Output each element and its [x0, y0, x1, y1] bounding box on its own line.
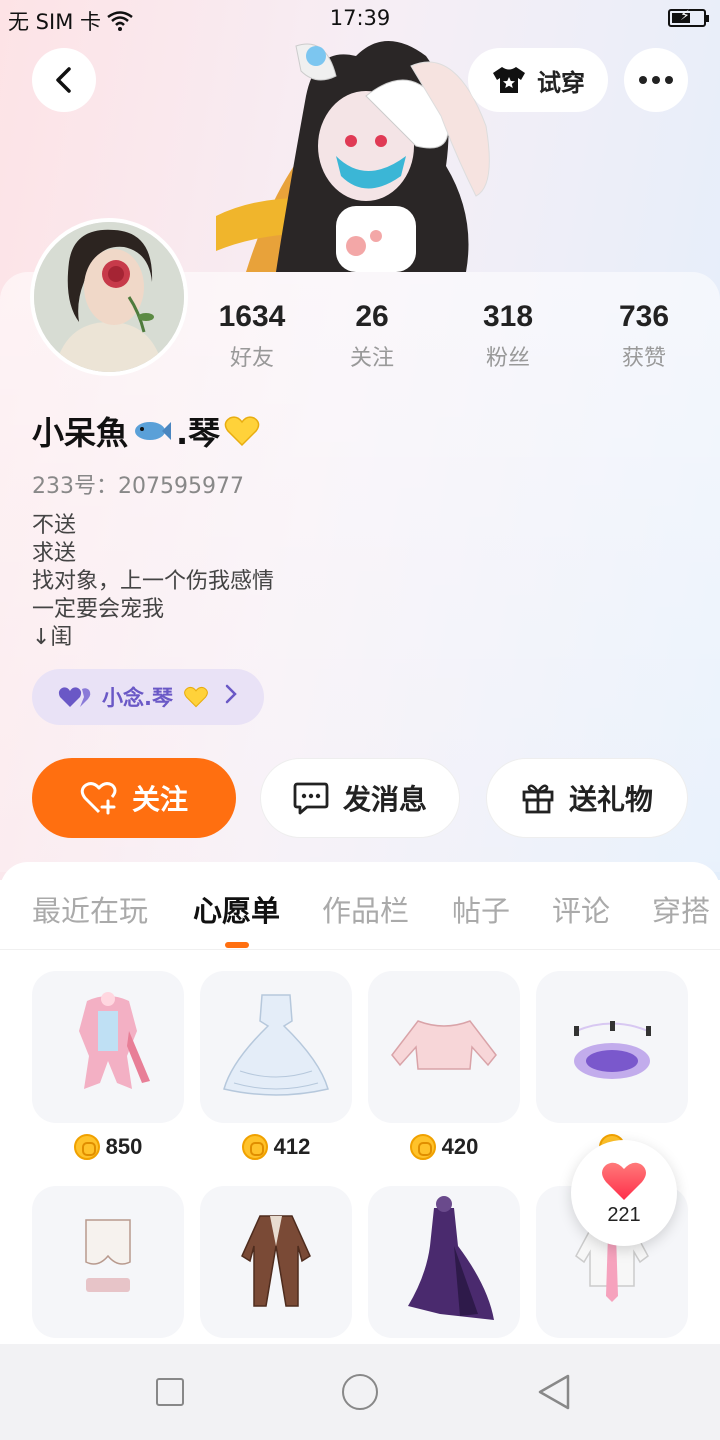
chevron-left-icon [56, 67, 71, 93]
chevron-right-icon [225, 684, 237, 704]
status-bar: 无 SIM 卡 17:39 ⚡ [0, 0, 720, 40]
wishlist-item-pink-sweater[interactable] [368, 971, 520, 1123]
bio-line: 求送 [32, 541, 77, 566]
try-on-button[interactable]: 试穿 [468, 48, 608, 112]
pink-outfit-image [79, 992, 150, 1089]
tab-wishlist[interactable]: 心愿单 [193, 888, 280, 930]
back-button[interactable] [32, 48, 96, 112]
follow-button[interactable]: 关注 [32, 758, 236, 838]
tab-comments[interactable]: 评论 [552, 888, 610, 930]
pair-chip-label: 小念.琴 [102, 686, 173, 710]
bio-line: 找对象，上一个伤我感情 [32, 569, 275, 594]
tab-posts[interactable]: 帖子 [452, 888, 510, 930]
wishlist-price: 850 [32, 1134, 184, 1160]
yellow-heart-icon [224, 416, 260, 447]
double-heart-icon [58, 687, 91, 707]
recent-apps-button[interactable] [156, 1378, 184, 1406]
battery-icon: ⚡ [668, 8, 709, 27]
tshirt-star-icon [493, 67, 525, 93]
bio-line: ↓闺 [32, 625, 73, 650]
wishlist-price: 420 [368, 1134, 520, 1160]
tab-recently-played[interactable]: 最近在玩 [32, 888, 148, 930]
nickname: 小呆魚 .琴 [32, 408, 260, 454]
status-time: 17:39 [329, 6, 391, 30]
avatar[interactable] [30, 218, 188, 376]
stat-likes[interactable]: 736 获赞 [584, 300, 704, 372]
charging-bolt-icon: ⚡ [680, 8, 690, 24]
coin-icon [73, 1134, 100, 1160]
stat-label: 好友 [229, 346, 274, 371]
stats-row: 1634 好友 26 关注 318 粉丝 736 获赞 [190, 300, 710, 380]
white-shorts-image [85, 1219, 131, 1292]
stat-value: 1634 [218, 300, 286, 333]
purple-magic-circle-image [574, 1021, 651, 1079]
stat-following[interactable]: 26 关注 [312, 300, 432, 372]
brown-coat-image [241, 1215, 311, 1307]
try-on-label: 试穿 [537, 68, 585, 97]
nickname-part2: .琴 [176, 414, 221, 452]
wishlist-item-pink-outfit[interactable] [32, 971, 184, 1123]
bio-line: 不送 [32, 513, 77, 538]
heart-plus-icon [80, 782, 117, 815]
wishlist-item-white-gown[interactable] [200, 971, 352, 1123]
stat-fans[interactable]: 318 粉丝 [448, 300, 568, 372]
gift-label: 送礼物 [568, 783, 653, 816]
coin-icon [409, 1134, 436, 1160]
home-button[interactable] [342, 1374, 378, 1410]
white-gown-image [223, 994, 329, 1096]
stat-label: 获赞 [621, 346, 666, 371]
stat-friends[interactable]: 1634 好友 [192, 300, 312, 372]
stat-value: 736 [618, 300, 670, 333]
avatar-photo [34, 222, 184, 372]
tab-bar: 最近在玩 心愿单 作品栏 帖子 评论 穿搭 [0, 862, 720, 950]
nickname-part1: 小呆魚 [32, 414, 129, 452]
bio-line: 一定要会宠我 [32, 597, 165, 622]
follow-label: 关注 [131, 783, 188, 816]
wishlist-item-white-shorts[interactable] [32, 1186, 184, 1338]
price-value: 850 [105, 1134, 143, 1159]
price-value: 420 [441, 1134, 479, 1159]
wishlist-price: 412 [200, 1134, 352, 1160]
like-count: 221 [607, 1203, 641, 1226]
gift-icon [522, 784, 554, 814]
back-triangle-icon[interactable] [536, 1372, 572, 1412]
wishlist-item-dark-dress[interactable] [368, 1186, 520, 1338]
wishlist-item-brown-coat[interactable] [200, 1186, 352, 1338]
yellow-heart-icon [184, 686, 208, 708]
wishlist-item-purple-magic-circle[interactable] [536, 971, 688, 1123]
message-label: 发消息 [342, 783, 427, 816]
pink-sweater-image [391, 1020, 497, 1070]
user-id: 233号：207595977 [32, 474, 244, 499]
pair-relationship-chip[interactable]: 小念.琴 [32, 669, 264, 725]
stat-value: 318 [482, 300, 534, 333]
heart-icon [602, 1162, 646, 1200]
system-nav-bar [0, 1344, 720, 1440]
gift-button[interactable]: 送礼物 [486, 758, 688, 838]
stat-label: 关注 [349, 346, 394, 371]
avatar-figure-art [216, 41, 490, 272]
message-button[interactable]: 发消息 [260, 758, 460, 838]
tab-active-indicator [225, 942, 249, 948]
tab-outfits[interactable]: 穿搭 [652, 888, 710, 930]
stat-label: 粉丝 [485, 346, 530, 371]
stat-value: 26 [355, 300, 389, 333]
fish-icon [135, 422, 172, 440]
more-button[interactable] [624, 48, 688, 112]
bio: 不送 求送 找对象，上一个伤我感情 一定要会宠我 ↓闺 [32, 512, 274, 652]
chat-bubble-icon [293, 782, 329, 815]
tab-works[interactable]: 作品栏 [322, 888, 409, 930]
more-dots-icon [639, 76, 647, 84]
coin-icon [241, 1134, 268, 1160]
like-float-button[interactable]: 221 [571, 1140, 677, 1246]
dark-dress-image [408, 1196, 494, 1320]
price-value: 412 [273, 1134, 311, 1159]
